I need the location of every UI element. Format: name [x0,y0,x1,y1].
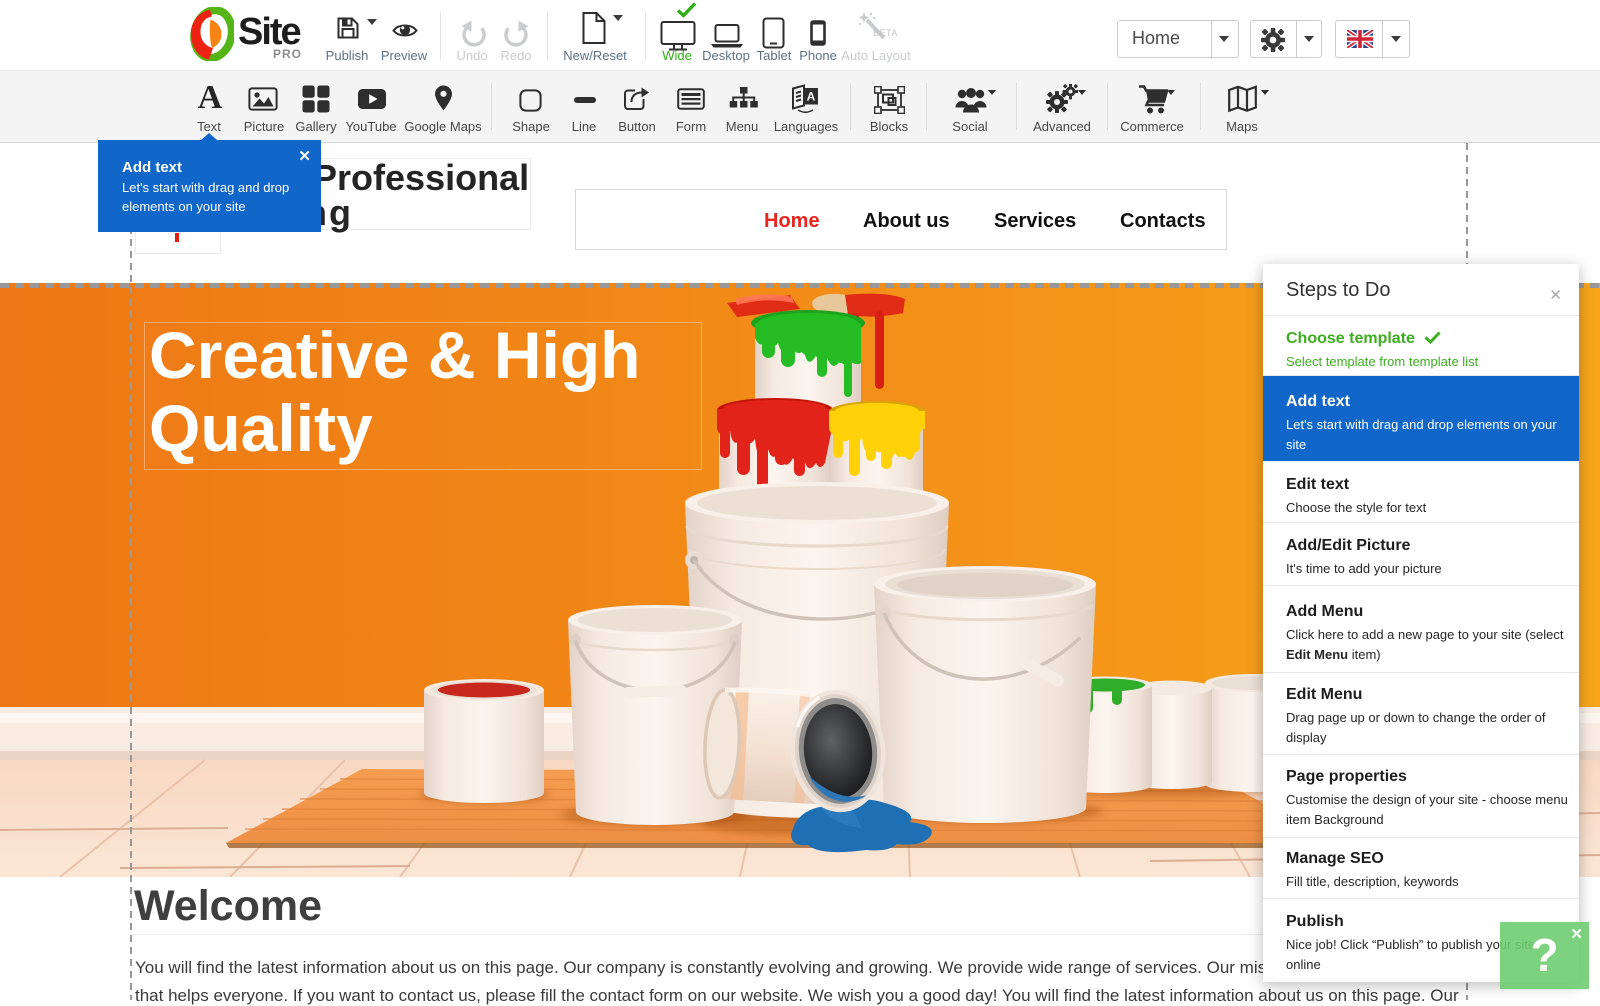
svg-text:A: A [807,90,816,104]
